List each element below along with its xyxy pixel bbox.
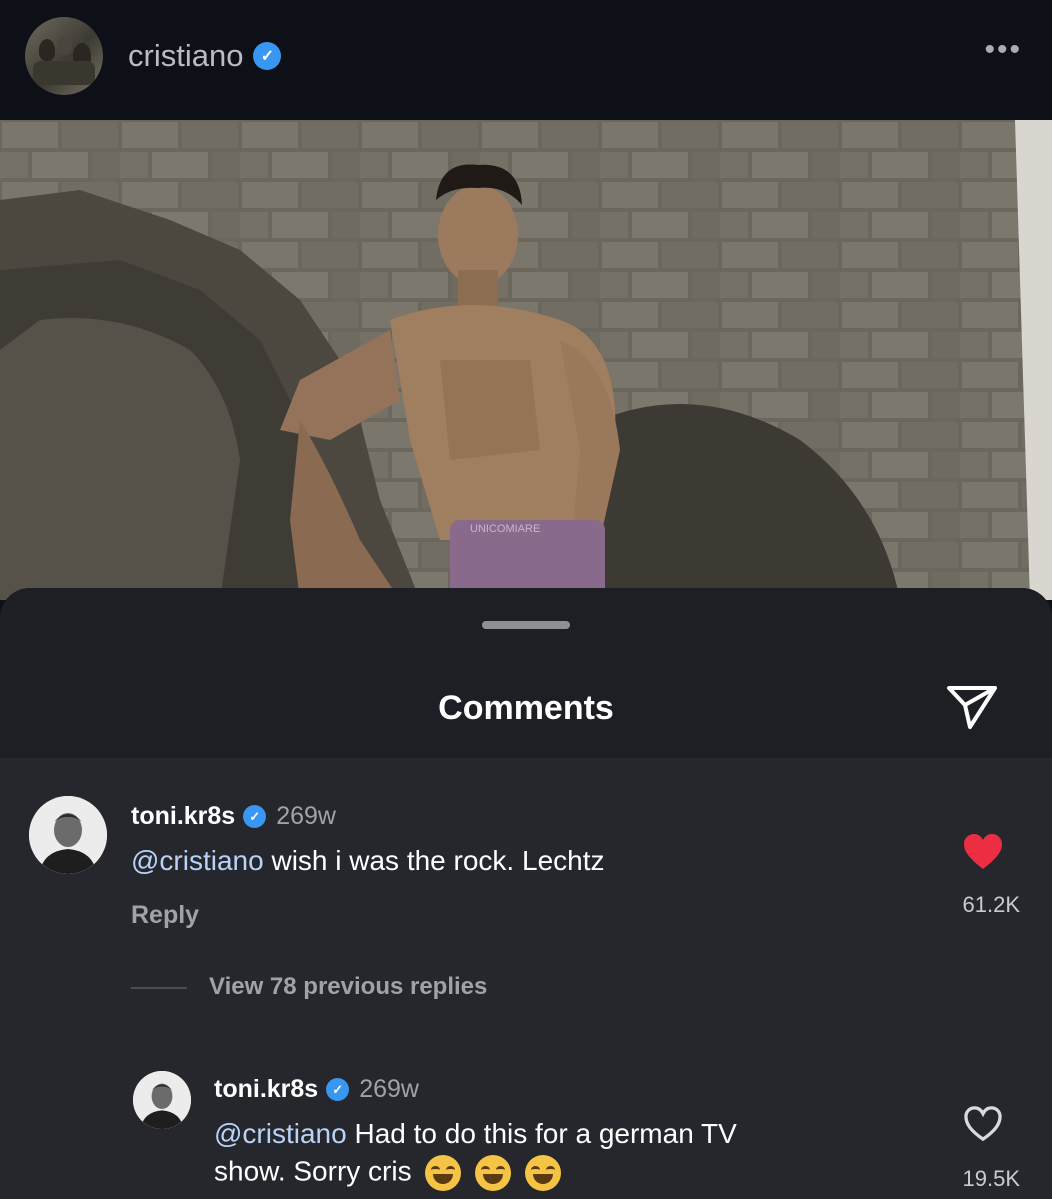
reply-username[interactable]: toni.kr8s ✓ 269w: [214, 1075, 419, 1104]
reply-body-line2: show. Sorry cris: [214, 1155, 412, 1187]
send-icon[interactable]: [946, 684, 998, 730]
comment-username-text[interactable]: toni.kr8s: [131, 802, 235, 831]
comment-username[interactable]: toni.kr8s ✓ 269w: [131, 802, 336, 831]
comments-sheet-header: Comments: [0, 588, 1052, 758]
reply-button[interactable]: Reply: [131, 901, 199, 930]
reply-body-line1: Had to do this for a german TV: [346, 1118, 737, 1149]
comment-body: wish i was the rock. Lechtz: [263, 845, 605, 876]
laughing-emoji-icon: [475, 1155, 512, 1191]
reply-time: 269w: [359, 1075, 419, 1103]
header-username-text[interactable]: cristiano: [128, 38, 243, 74]
comment-text: @cristiano wish i was the rock. Lechtz: [131, 845, 605, 877]
comment-like-count: 61.2K: [962, 892, 1021, 917]
laughing-emoji-icon: [524, 1155, 561, 1191]
verified-badge-icon: ✓: [326, 1078, 350, 1101]
comment-time: 269w: [276, 802, 336, 830]
comments-sheet: Comments toni.kr8s ✓ 269w @cristiano wis…: [0, 588, 1052, 1199]
post-photo[interactable]: UNICOMIARE: [0, 120, 1052, 600]
heart-outline-icon[interactable]: [963, 1106, 1003, 1142]
profile-avatar[interactable]: [25, 17, 103, 95]
verified-badge-icon: ✓: [243, 805, 267, 828]
verified-badge-icon: ✓: [253, 42, 282, 70]
reply-avatar[interactable]: [133, 1071, 191, 1129]
comments-title: Comments: [438, 689, 614, 727]
heart-filled-icon[interactable]: [962, 833, 1004, 871]
reply-username-text[interactable]: toni.kr8s: [214, 1075, 318, 1104]
laughing-emoji-icon: [425, 1155, 462, 1191]
more-options-icon[interactable]: •••: [984, 35, 1022, 65]
replies-divider: [131, 987, 187, 989]
shorts-brand-text: UNICOMIARE: [470, 523, 540, 535]
post-header: cristiano ✓ •••: [0, 0, 1052, 120]
view-previous-replies[interactable]: View 78 previous replies: [209, 973, 487, 1001]
header-username[interactable]: cristiano ✓: [128, 38, 282, 74]
reply-mention[interactable]: @cristiano: [214, 1118, 347, 1149]
reply-text-line2: show. Sorry cris: [214, 1155, 561, 1191]
drag-handle[interactable]: [482, 621, 570, 629]
reply-like-count: 19.5K: [962, 1166, 1021, 1191]
comment-mention[interactable]: @cristiano: [131, 845, 264, 876]
reply-text-line1: @cristiano Had to do this for a german T…: [214, 1118, 737, 1150]
commenter-avatar[interactable]: [29, 796, 107, 874]
